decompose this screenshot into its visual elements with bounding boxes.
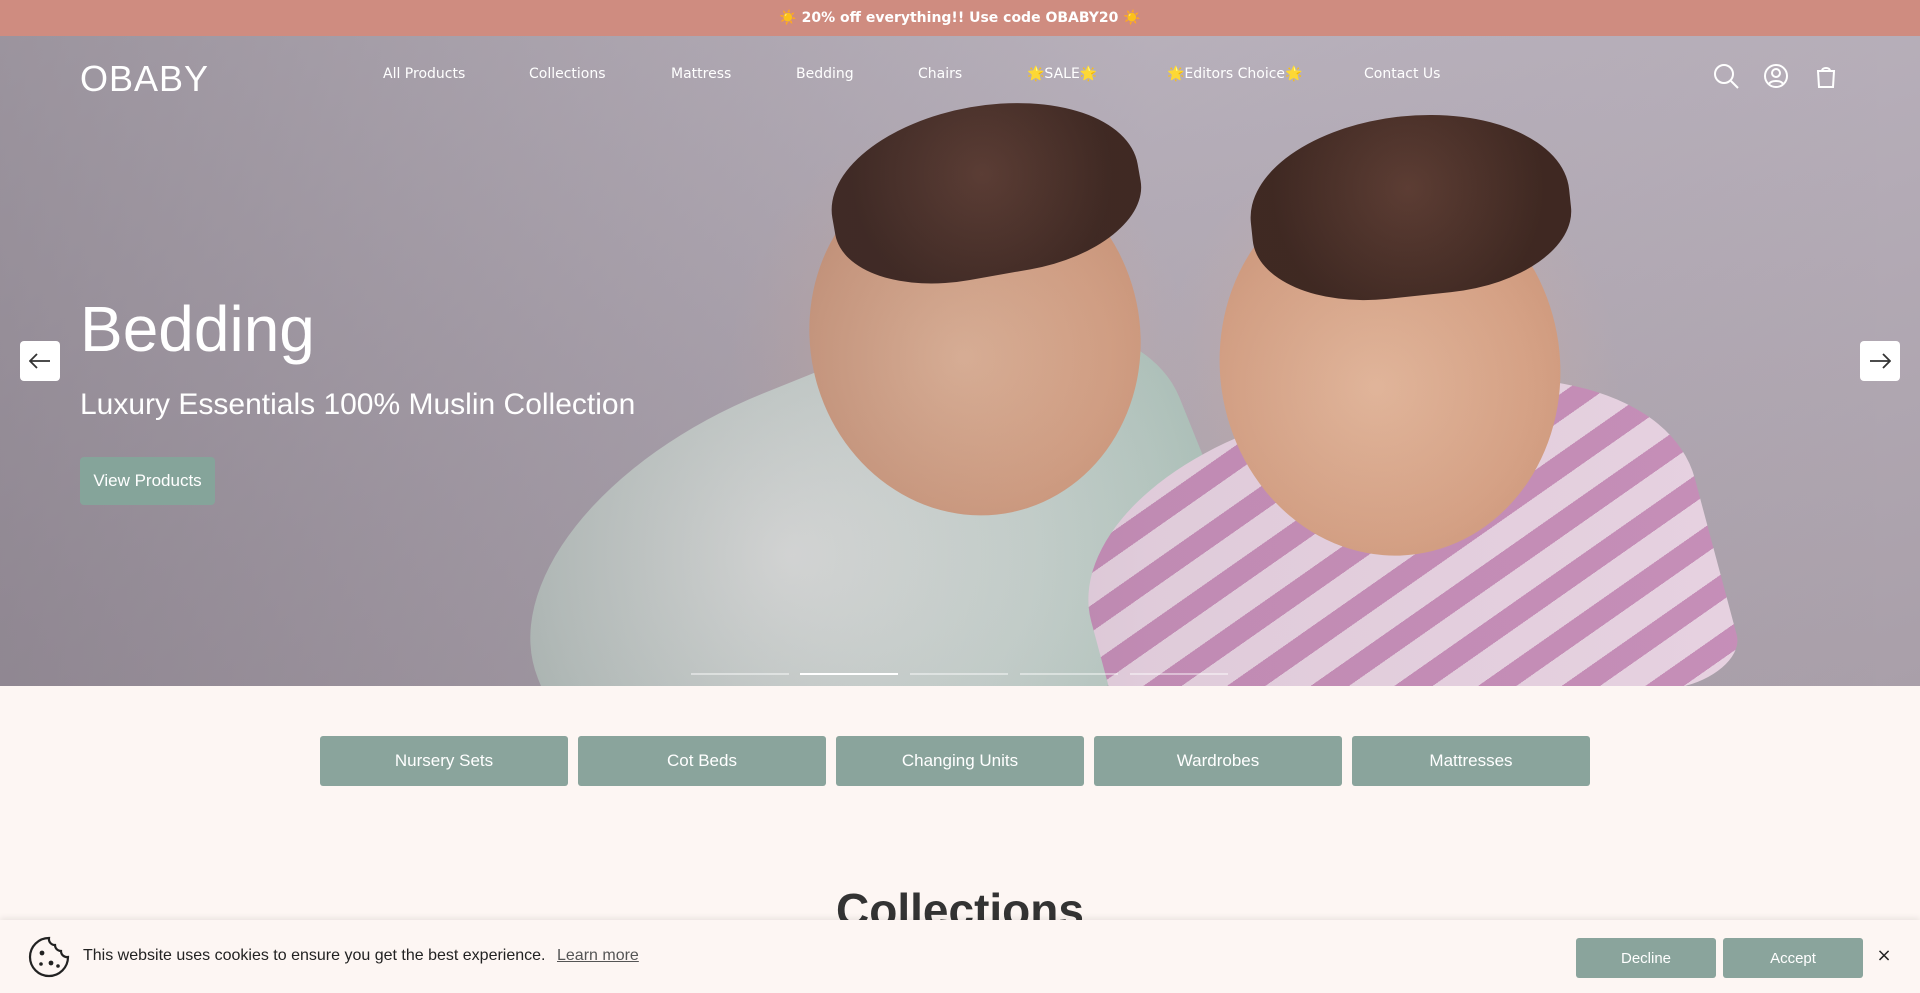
decline-button[interactable]: Decline [1576,938,1716,978]
arrow-right-icon [1870,353,1891,369]
nav-item-collections[interactable]: Collections [529,66,606,82]
hero-title: Bedding [80,293,315,365]
category-wardrobes[interactable]: Wardrobes [1094,736,1342,786]
slide-indicator-3[interactable] [910,673,1008,675]
nav-item-bedding[interactable]: Bedding [796,66,854,82]
carousel-next-button[interactable] [1860,341,1900,381]
nav-item-mattress[interactable]: Mattress [671,66,731,82]
nav-item-contact-us[interactable]: Contact Us [1364,66,1440,82]
hero-subtitle: Luxury Essentials 100% Muslin Collection [80,388,636,421]
category-cot-beds[interactable]: Cot Beds [578,736,826,786]
nav-item-chairs[interactable]: Chairs [918,66,962,82]
cookie-message: This website uses cookies to ensure you … [83,947,546,964]
announcement-text: ☀️ 20% off everything!! Use code OBABY20… [779,10,1141,26]
account-icon[interactable] [1762,62,1790,90]
category-mattresses[interactable]: Mattresses [1352,736,1590,786]
learn-more-link[interactable]: Learn more [557,947,639,965]
main-nav: All Products Collections Mattress Beddin… [0,66,1920,90]
cart-icon[interactable] [1812,62,1840,90]
close-icon[interactable]: × [1874,946,1894,966]
nav-item-editors-choice[interactable]: 🌟Editors Choice🌟 [1167,66,1302,82]
slide-indicator-4[interactable] [1020,673,1118,675]
cookie-banner: This website uses cookies to ensure you … [0,920,1920,993]
slide-indicator-5[interactable] [1130,673,1228,675]
view-products-button[interactable]: View Products [80,457,215,505]
announcement-bar: ☀️ 20% off everything!! Use code OBABY20… [0,0,1920,36]
carousel-prev-button[interactable] [20,341,60,381]
arrow-left-icon [29,353,50,369]
category-changing-units[interactable]: Changing Units [836,736,1084,786]
cookie-icon [28,936,70,978]
site-header: OBABY All Products Collections Mattress … [0,36,1920,116]
slide-indicator-2[interactable] [800,673,898,675]
category-buttons: Nursery Sets Cot Beds Changing Units War… [0,736,1920,786]
slide-indicator-1[interactable] [691,673,789,675]
nav-item-all-products[interactable]: All Products [383,66,465,82]
carousel-indicators [0,673,1920,677]
accept-button[interactable]: Accept [1723,938,1863,978]
nav-item-sale[interactable]: 🌟SALE🌟 [1027,66,1097,82]
category-nursery-sets[interactable]: Nursery Sets [320,736,568,786]
search-icon[interactable] [1712,62,1740,90]
